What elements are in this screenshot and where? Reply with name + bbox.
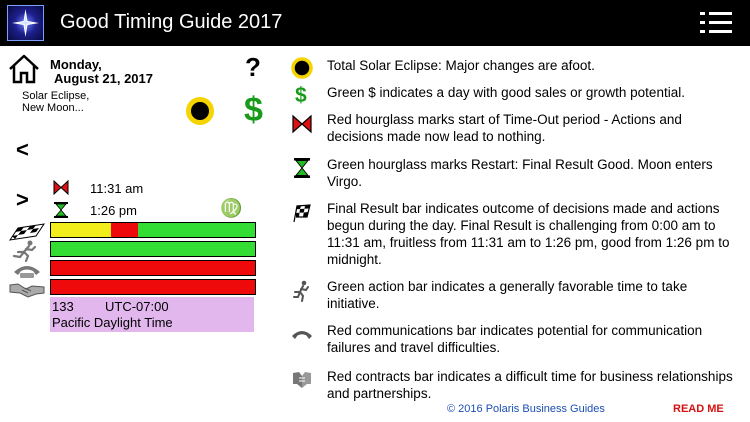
- handshake-icon: [291, 368, 313, 390]
- phone-icon: [8, 260, 46, 280]
- runner-icon: [8, 240, 46, 263]
- eclipse-icon: [291, 57, 313, 79]
- checkered-flag-icon: [291, 202, 313, 224]
- hamburger-menu-icon[interactable]: [700, 12, 732, 34]
- action-bar: [50, 241, 256, 257]
- home-icon[interactable]: [8, 54, 40, 84]
- day-summary-line1: Solar Eclipse,: [22, 90, 90, 102]
- checkered-flag-icon: [8, 222, 46, 242]
- app-title: Good Timing Guide 2017: [60, 11, 283, 33]
- previous-day-button[interactable]: <: [16, 137, 29, 163]
- phone-icon: [291, 323, 313, 345]
- red-hourglass-icon: [291, 113, 313, 135]
- svg-text:$: $: [295, 84, 307, 105]
- weekday-label: Monday,: [50, 57, 102, 72]
- final-result-segment-good: [138, 223, 255, 237]
- date-label: August 21, 2017: [54, 71, 153, 86]
- runner-icon: [291, 280, 313, 302]
- dollar-icon: $: [291, 83, 313, 107]
- timezone-offset: UTC-07:00: [105, 299, 169, 314]
- final-result-segment-fruitless: [110, 223, 139, 237]
- green-hourglass-icon: [291, 157, 313, 179]
- timezone-panel[interactable]: 133 UTC-07:00 Pacific Daylight Time: [50, 297, 254, 332]
- read-me-button[interactable]: READ ME: [673, 403, 724, 415]
- timeout-time: 11:31 am: [90, 181, 144, 196]
- red-hourglass-icon: [53, 179, 69, 196]
- app-logo-icon: [7, 5, 44, 41]
- legend-text-communications: Red communications bar indicates potenti…: [327, 323, 703, 355]
- legend-text-final-result: Final Result bar indicates outcome of de…: [327, 201, 730, 267]
- handshake-icon: [8, 279, 46, 299]
- legend-text-green-hourglass: Green hourglass marks Restart: Final Res…: [327, 157, 713, 189]
- app-header: Good Timing Guide 2017: [0, 0, 750, 46]
- day-summary-line2: New Moon...: [22, 102, 84, 114]
- legend-text-contracts: Red contracts bar indicates a difficult …: [327, 369, 733, 401]
- copyright-link[interactable]: © 2016 Polaris Business Guides: [447, 403, 605, 415]
- contracts-bar: [50, 279, 256, 295]
- legend-text-eclipse: Total Solar Eclipse: Major changes are a…: [327, 58, 595, 73]
- green-hourglass-icon: [53, 202, 69, 218]
- timezone-name: Pacific Daylight Time: [52, 315, 173, 330]
- dollar-icon: $: [244, 91, 263, 129]
- next-day-button[interactable]: >: [16, 187, 29, 213]
- communications-bar: [50, 260, 256, 276]
- virgo-sign-icon: ♍: [220, 198, 243, 218]
- legend-text-action: Green action bar indicates a generally f…: [327, 279, 688, 311]
- eclipse-icon: [186, 97, 214, 125]
- final-result-segment-challenging: [51, 223, 111, 237]
- legend-text-red-hourglass: Red hourglass marks start of Time-Out pe…: [327, 112, 682, 144]
- help-icon[interactable]: ?: [245, 52, 261, 83]
- restart-time: 1:26 pm: [90, 203, 137, 218]
- timezone-number: 133: [52, 299, 74, 314]
- legend-text-dollar: Green $ indicates a day with good sales …: [327, 85, 685, 100]
- final-result-bar: [50, 222, 256, 238]
